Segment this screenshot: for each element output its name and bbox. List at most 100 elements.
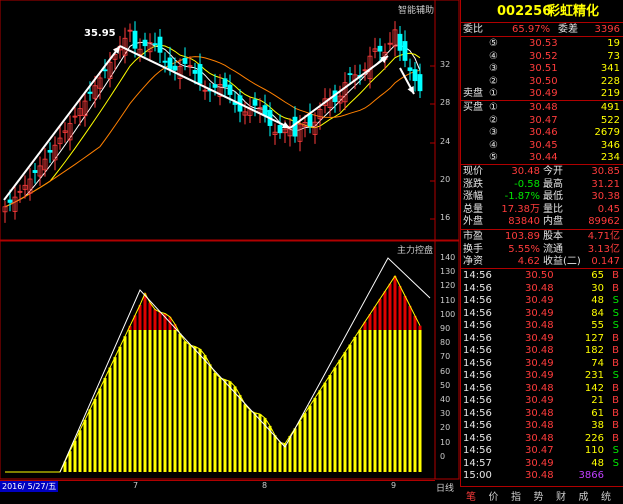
order-volume: 2679 <box>594 127 620 139</box>
quote-panel: 002256 彩虹精化 委比 65.97% 委差 3396 ⑤ 30.53 19 ④ 3… <box>460 0 623 500</box>
indicator-axis-label: 10 <box>440 437 451 447</box>
tick-volume: 55 <box>591 320 604 331</box>
stat-label: 涨跌 <box>463 178 483 190</box>
tick-price: 30.48 <box>525 432 554 444</box>
tick-row[interactable]: 14:56 30.49 74 B <box>461 357 623 370</box>
order-level: ④ <box>489 50 498 62</box>
order-price: 30.46 <box>529 127 558 139</box>
indicator-bar <box>328 375 332 472</box>
panel-tab[interactable]: 笔 <box>466 488 476 503</box>
order-side-label: 买盘 <box>463 102 483 113</box>
tick-row[interactable]: 14:56 30.50 65 B <box>461 269 623 282</box>
tick-price: 30.48 <box>525 282 554 294</box>
buy-order-row[interactable]: ⑤ 30.44 234 <box>461 151 623 164</box>
sell-order-row[interactable]: 卖盘 ① 30.49 219 <box>461 87 623 100</box>
candle-body <box>182 57 188 64</box>
indicator-bar <box>173 330 177 472</box>
order-level: ④ <box>489 139 498 151</box>
tick-row[interactable]: 14:56 30.49 21 B <box>461 394 623 407</box>
buy-order-row[interactable]: ③ 30.46 2679 <box>461 126 623 139</box>
indicator-bar <box>188 345 192 472</box>
sell-order-row[interactable]: ④ 30.52 73 <box>461 50 623 63</box>
indicator-bar <box>368 330 372 472</box>
indicator-bar <box>108 367 112 472</box>
indicator-axis-label: 90 <box>440 324 451 333</box>
tick-row[interactable]: 14:56 30.49 84 S <box>461 307 623 320</box>
tick-row[interactable]: 14:56 30.49 231 S <box>461 369 623 382</box>
indicator-bar <box>338 359 342 472</box>
indicator-bar <box>323 382 327 472</box>
price-axis-label: 28 <box>440 98 451 107</box>
stat-value: 0.147 <box>591 256 620 268</box>
indicator-bar <box>418 330 422 472</box>
indicator-bar <box>273 435 277 472</box>
tick-row[interactable]: 14:57 30.49 48 S <box>461 457 623 470</box>
indicator-bar <box>143 330 147 472</box>
stat-label: 市盈 <box>463 231 483 242</box>
kline-chart[interactable] <box>0 0 460 500</box>
tick-time: 14:56 <box>463 270 492 281</box>
stat-row: 涨幅 -1.87% 最低 30.38 <box>461 190 623 203</box>
candle-body <box>307 114 313 127</box>
main-control-label[interactable]: 主力控盘 <box>397 243 433 256</box>
indicator-bar <box>318 390 322 472</box>
indicator-axis-label: 140 <box>440 253 456 262</box>
smart-assist-label[interactable]: 智能辅助 <box>398 3 434 16</box>
tick-direction: B <box>612 357 619 369</box>
indicator-bar <box>93 398 97 472</box>
order-side-label: 卖盘 <box>463 88 483 100</box>
tick-price: 30.49 <box>525 295 554 306</box>
order-volume: 73 <box>607 50 620 62</box>
buy-order-row[interactable]: ④ 30.45 346 <box>461 139 623 152</box>
stat-label: 涨幅 <box>463 191 483 203</box>
panel-tab[interactable]: 价 <box>489 488 499 503</box>
indicator-bar-strong <box>393 276 397 330</box>
candle-body <box>212 84 218 88</box>
sell-order-row[interactable]: ③ 30.51 341 <box>461 62 623 75</box>
panel-tab[interactable]: 财 <box>556 488 566 503</box>
sell-order-row[interactable]: ⑤ 30.53 19 <box>461 37 623 50</box>
tick-row[interactable]: 14:56 30.48 182 B <box>461 344 623 357</box>
tick-row[interactable]: 14:56 30.48 30 B <box>461 282 623 295</box>
tick-row[interactable]: 14:56 30.48 142 B <box>461 382 623 395</box>
indicator-bar <box>373 330 377 472</box>
tick-direction: B <box>612 345 619 356</box>
order-volume: 346 <box>600 139 620 151</box>
tick-time: 14:56 <box>463 370 492 381</box>
stat-label: 内盘 <box>543 216 563 228</box>
candle-body <box>252 99 258 106</box>
order-level: ① <box>489 88 498 100</box>
period-tab[interactable]: 日线 <box>436 481 454 494</box>
kline-chart-area[interactable]: 智能辅助 主力控盘 35.95 32 28 24 20 16 140 130 120 110 1… <box>0 0 460 501</box>
stat-value: 30.48 <box>511 166 540 177</box>
tick-row[interactable]: 14:56 30.48 226 B <box>461 432 623 445</box>
tick-row[interactable]: 14:56 30.49 127 B <box>461 332 623 345</box>
tick-direction: B <box>612 382 619 394</box>
panel-tab[interactable]: 指 <box>511 488 521 503</box>
stat-row: 总量 17.38万 量比 0.45 <box>461 203 623 216</box>
tick-row[interactable]: 14:56 30.47 110 S <box>461 444 623 457</box>
candle-body <box>197 64 203 84</box>
tick-row[interactable]: 14:56 30.49 48 S <box>461 294 623 307</box>
indicator-bar <box>258 414 262 472</box>
trend-arrow-up-2 <box>289 55 389 129</box>
month-label-7: 7 <box>133 481 139 490</box>
tick-row[interactable]: 14:56 30.48 38 B <box>461 419 623 432</box>
panel-tab[interactable]: 统 <box>601 488 611 503</box>
sell-order-row[interactable]: ② 30.50 228 <box>461 75 623 88</box>
stat-label: 股本 <box>543 231 563 242</box>
panel-tab[interactable]: 势 <box>534 488 544 503</box>
tick-row[interactable]: 14:56 30.48 61 B <box>461 407 623 420</box>
tick-row[interactable]: 14:56 30.48 55 S <box>461 319 623 332</box>
tick-volume: 61 <box>591 407 604 419</box>
tick-row[interactable]: 15:00 30.48 3866 <box>461 469 623 482</box>
indicator-bar <box>408 330 412 472</box>
panel-tab[interactable]: 成 <box>579 488 589 503</box>
stat-label: 收益(二) <box>543 256 581 268</box>
buy-order-row[interactable]: 买盘 ① 30.48 491 <box>461 101 623 114</box>
indicator-axis-label: 120 <box>440 281 456 291</box>
tick-volume: 110 <box>584 445 604 456</box>
candle-body <box>162 60 168 63</box>
stat-label: 量比 <box>543 203 563 215</box>
buy-order-row[interactable]: ② 30.47 522 <box>461 114 623 127</box>
